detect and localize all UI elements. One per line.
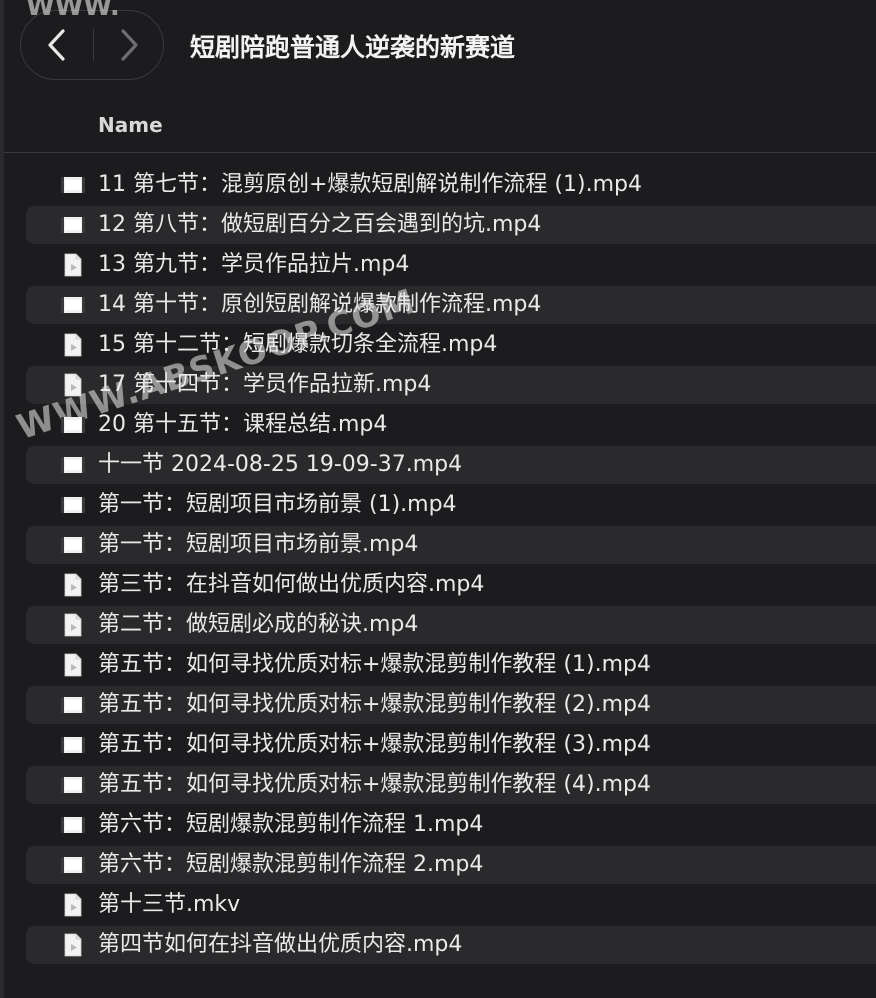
file-row[interactable]: 11 第七节：混剪原创+爆款短剧解说制作流程 (1).mp4 xyxy=(0,165,876,205)
file-name: 13 第九节：学员作品拉片.mp4 xyxy=(98,252,410,277)
document-icon xyxy=(60,613,86,637)
video-thumbnail-icon xyxy=(60,773,86,797)
file-name: 20 第十五节：课程总结.mp4 xyxy=(98,412,388,437)
file-row[interactable]: 15 第十二节：短剧爆款切条全流程.mp4 xyxy=(0,325,876,365)
chevron-right-icon xyxy=(121,29,138,61)
file-row[interactable]: 十一节 2024-08-25 19-09-37.mp4 xyxy=(0,445,876,485)
back-button[interactable] xyxy=(21,11,93,79)
file-row[interactable]: 第三节：在抖音如何做出优质内容.mp4 xyxy=(0,565,876,605)
document-icon xyxy=(60,573,86,597)
column-header-name[interactable]: Name xyxy=(98,113,163,137)
video-thumbnail-icon xyxy=(60,693,86,717)
video-thumbnail-icon xyxy=(60,533,86,557)
file-row[interactable]: 第五节：如何寻找优质对标+爆款混剪制作教程 (2).mp4 xyxy=(0,685,876,725)
chevron-left-icon xyxy=(48,29,65,61)
file-name: 第三节：在抖音如何做出优质内容.mp4 xyxy=(98,572,485,597)
video-thumbnail-icon xyxy=(60,173,86,197)
document-icon xyxy=(60,333,86,357)
file-row[interactable]: 第二节：做短剧必成的秘诀.mp4 xyxy=(0,605,876,645)
file-list: 11 第七节：混剪原创+爆款短剧解说制作流程 (1).mp4 12 第八节：做短剧… xyxy=(0,165,876,965)
file-name: 第五节：如何寻找优质对标+爆款混剪制作教程 (1).mp4 xyxy=(98,652,651,677)
file-row[interactable]: 第十三节.mkv xyxy=(0,885,876,925)
file-row[interactable]: 第五节：如何寻找优质对标+爆款混剪制作教程 (4).mp4 xyxy=(0,765,876,805)
file-row[interactable]: 第四节如何在抖音做出优质内容.mp4 xyxy=(0,925,876,965)
video-thumbnail-icon xyxy=(60,493,86,517)
file-name: 十一节 2024-08-25 19-09-37.mp4 xyxy=(98,452,463,477)
file-row[interactable]: 17 第十四节：学员作品拉新.mp4 xyxy=(0,365,876,405)
file-name: 17 第十四节：学员作品拉新.mp4 xyxy=(98,372,432,397)
file-row[interactable]: 第一节：短剧项目市场前景.mp4 xyxy=(0,525,876,565)
video-thumbnail-icon xyxy=(60,293,86,317)
file-name: 第二节：做短剧必成的秘诀.mp4 xyxy=(98,612,419,637)
video-thumbnail-icon xyxy=(60,733,86,757)
file-name: 第五节：如何寻找优质对标+爆款混剪制作教程 (4).mp4 xyxy=(98,772,651,797)
file-name: 第五节：如何寻找优质对标+爆款混剪制作教程 (2).mp4 xyxy=(98,692,651,717)
document-icon xyxy=(60,373,86,397)
file-name: 15 第十二节：短剧爆款切条全流程.mp4 xyxy=(98,332,498,357)
file-name: 14 第十节：原创短剧解说爆款制作流程.mp4 xyxy=(98,292,542,317)
file-name: 12 第八节：做短剧百分之百会遇到的坑.mp4 xyxy=(98,212,542,237)
file-name: 第一节：短剧项目市场前景.mp4 xyxy=(98,532,419,557)
file-name: 11 第七节：混剪原创+爆款短剧解说制作流程 (1).mp4 xyxy=(98,172,642,197)
window-title: 短剧陪跑普通人逆袭的新赛道 xyxy=(190,33,516,62)
file-row[interactable]: 第六节：短剧爆款混剪制作流程 2.mp4 xyxy=(0,845,876,885)
column-header-bar: Name xyxy=(4,98,876,153)
forward-button[interactable] xyxy=(93,11,165,79)
file-name: 第六节：短剧爆款混剪制作流程 1.mp4 xyxy=(98,812,484,837)
file-name: 第一节：短剧项目市场前景 (1).mp4 xyxy=(98,492,457,517)
document-icon xyxy=(60,253,86,277)
file-row[interactable]: 第六节：短剧爆款混剪制作流程 1.mp4 xyxy=(0,805,876,845)
file-name: 第六节：短剧爆款混剪制作流程 2.mp4 xyxy=(98,852,484,877)
document-icon xyxy=(60,653,86,677)
file-name: 第五节：如何寻找优质对标+爆款混剪制作教程 (3).mp4 xyxy=(98,732,651,757)
video-thumbnail-icon xyxy=(60,453,86,477)
video-thumbnail-icon xyxy=(60,813,86,837)
toolbar: 短剧陪跑普通人逆袭的新赛道 xyxy=(0,0,876,98)
video-thumbnail-icon xyxy=(60,853,86,877)
file-row[interactable]: 14 第十节：原创短剧解说爆款制作流程.mp4 xyxy=(0,285,876,325)
document-icon xyxy=(60,933,86,957)
file-name: 第四节如何在抖音做出优质内容.mp4 xyxy=(98,932,463,957)
file-row[interactable]: 第五节：如何寻找优质对标+爆款混剪制作教程 (3).mp4 xyxy=(0,725,876,765)
file-name: 第十三节.mkv xyxy=(98,892,241,917)
video-thumbnail-icon xyxy=(60,413,86,437)
file-row[interactable]: 20 第十五节：课程总结.mp4 xyxy=(0,405,876,445)
file-row[interactable]: 12 第八节：做短剧百分之百会遇到的坑.mp4 xyxy=(0,205,876,245)
video-thumbnail-icon xyxy=(60,213,86,237)
file-row[interactable]: 13 第九节：学员作品拉片.mp4 xyxy=(0,245,876,285)
file-row[interactable]: 第一节：短剧项目市场前景 (1).mp4 xyxy=(0,485,876,525)
document-icon xyxy=(60,893,86,917)
navigation-buttons xyxy=(20,10,164,80)
file-row[interactable]: 第五节：如何寻找优质对标+爆款混剪制作教程 (1).mp4 xyxy=(0,645,876,685)
